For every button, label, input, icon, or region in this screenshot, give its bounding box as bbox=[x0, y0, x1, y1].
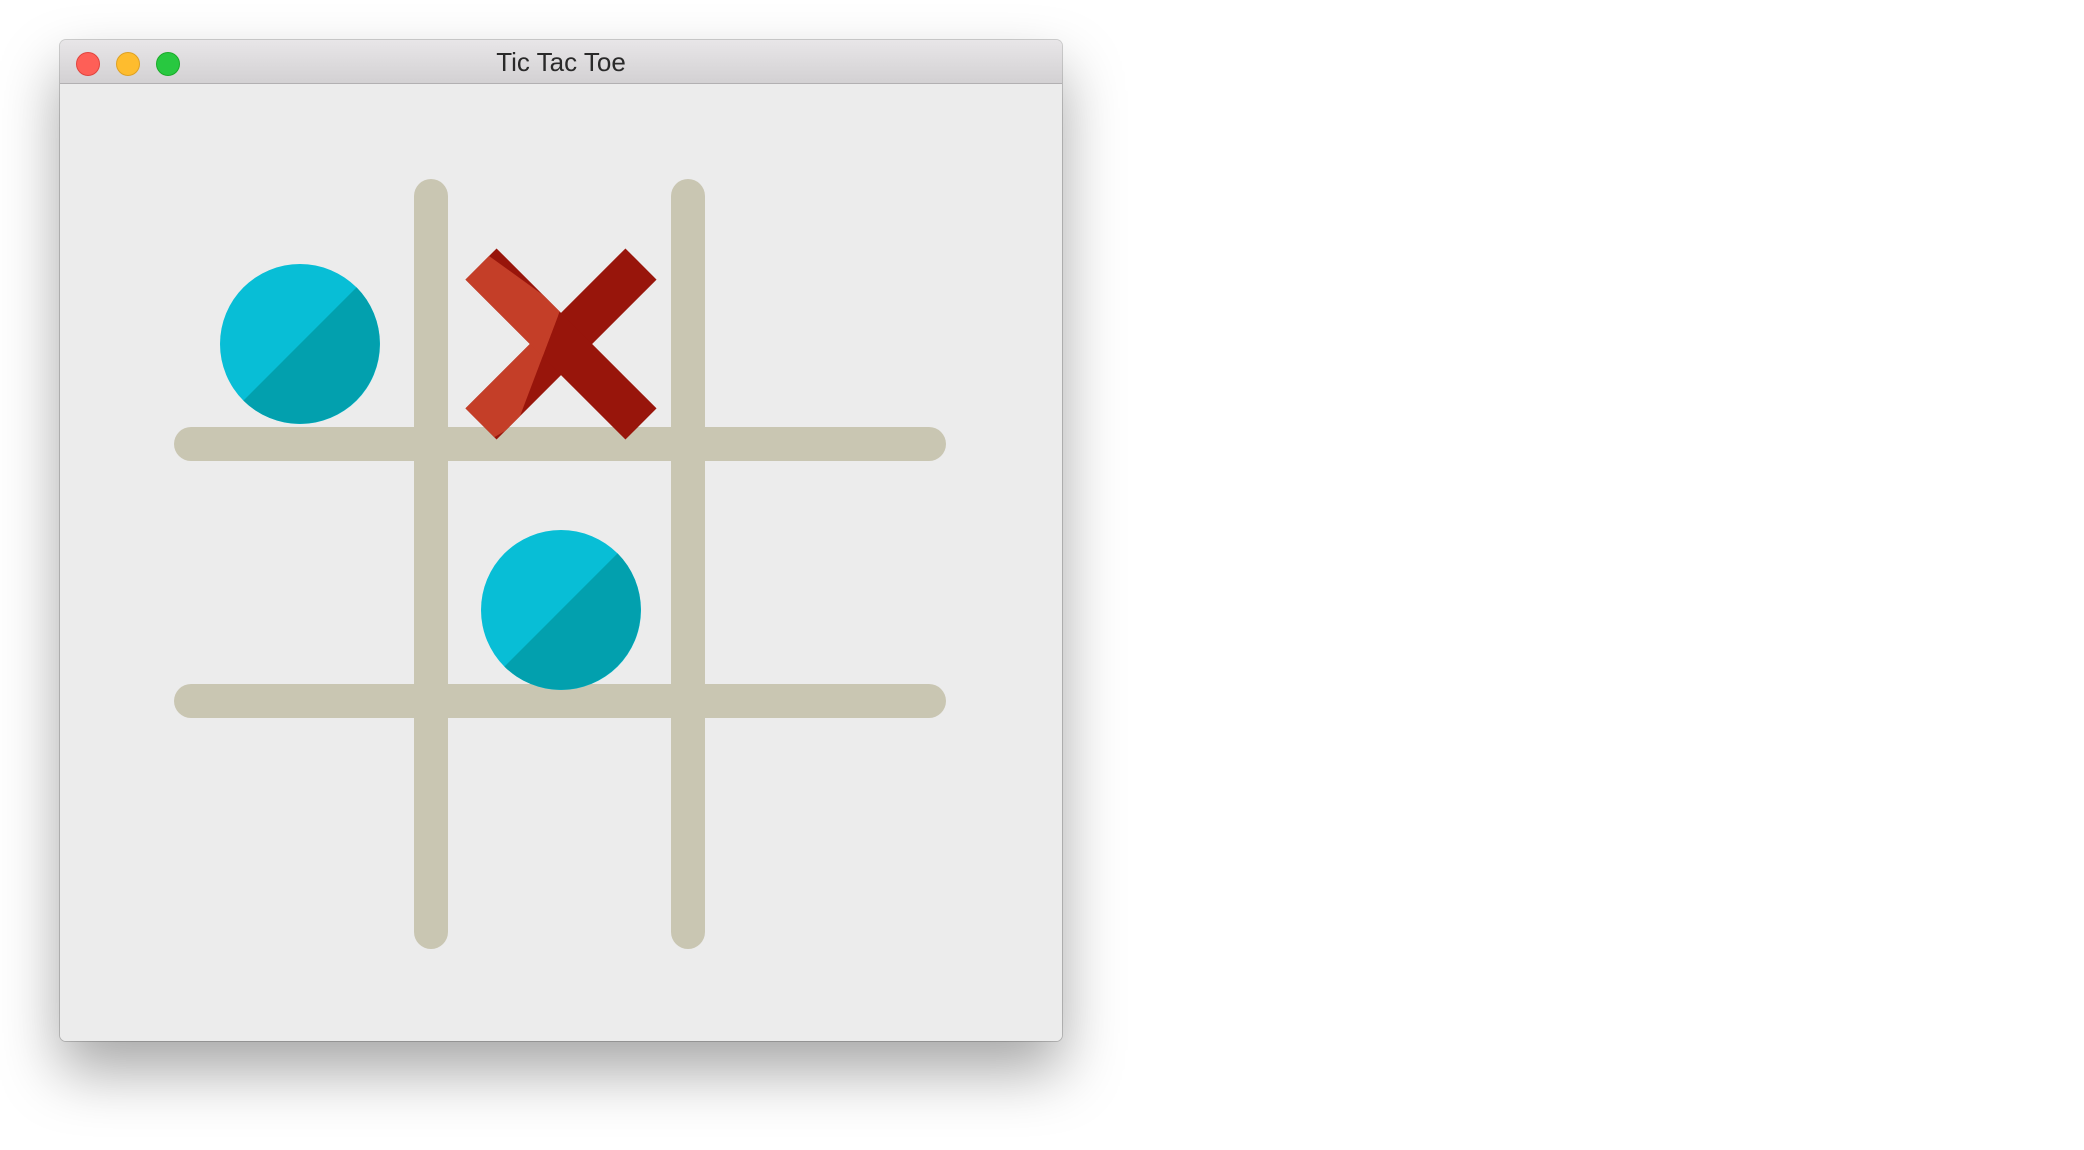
board-cell-r3-c2[interactable] bbox=[441, 750, 681, 990]
game-window: Tic Tac Toe bbox=[60, 40, 1062, 1041]
game-area bbox=[60, 84, 1062, 1041]
window-title: Tic Tac Toe bbox=[496, 47, 626, 77]
board-cell-r2-c3[interactable] bbox=[697, 490, 937, 730]
board-cell-r3-c1[interactable] bbox=[180, 750, 420, 990]
tic-tac-toe-board bbox=[174, 179, 946, 990]
board-cell-r3-c3[interactable] bbox=[697, 750, 937, 990]
board-cell-r1-c1[interactable] bbox=[180, 224, 420, 464]
board-cell-r2-c1[interactable] bbox=[180, 490, 420, 730]
board-cell-r1-c3[interactable] bbox=[697, 224, 937, 464]
board-cell-r1-c2[interactable] bbox=[441, 224, 681, 464]
board-cell-r2-c2[interactable] bbox=[441, 490, 681, 730]
title-bar[interactable]: Tic Tac Toe bbox=[60, 40, 1062, 84]
o-mark bbox=[220, 264, 380, 424]
o-mark bbox=[481, 530, 641, 690]
